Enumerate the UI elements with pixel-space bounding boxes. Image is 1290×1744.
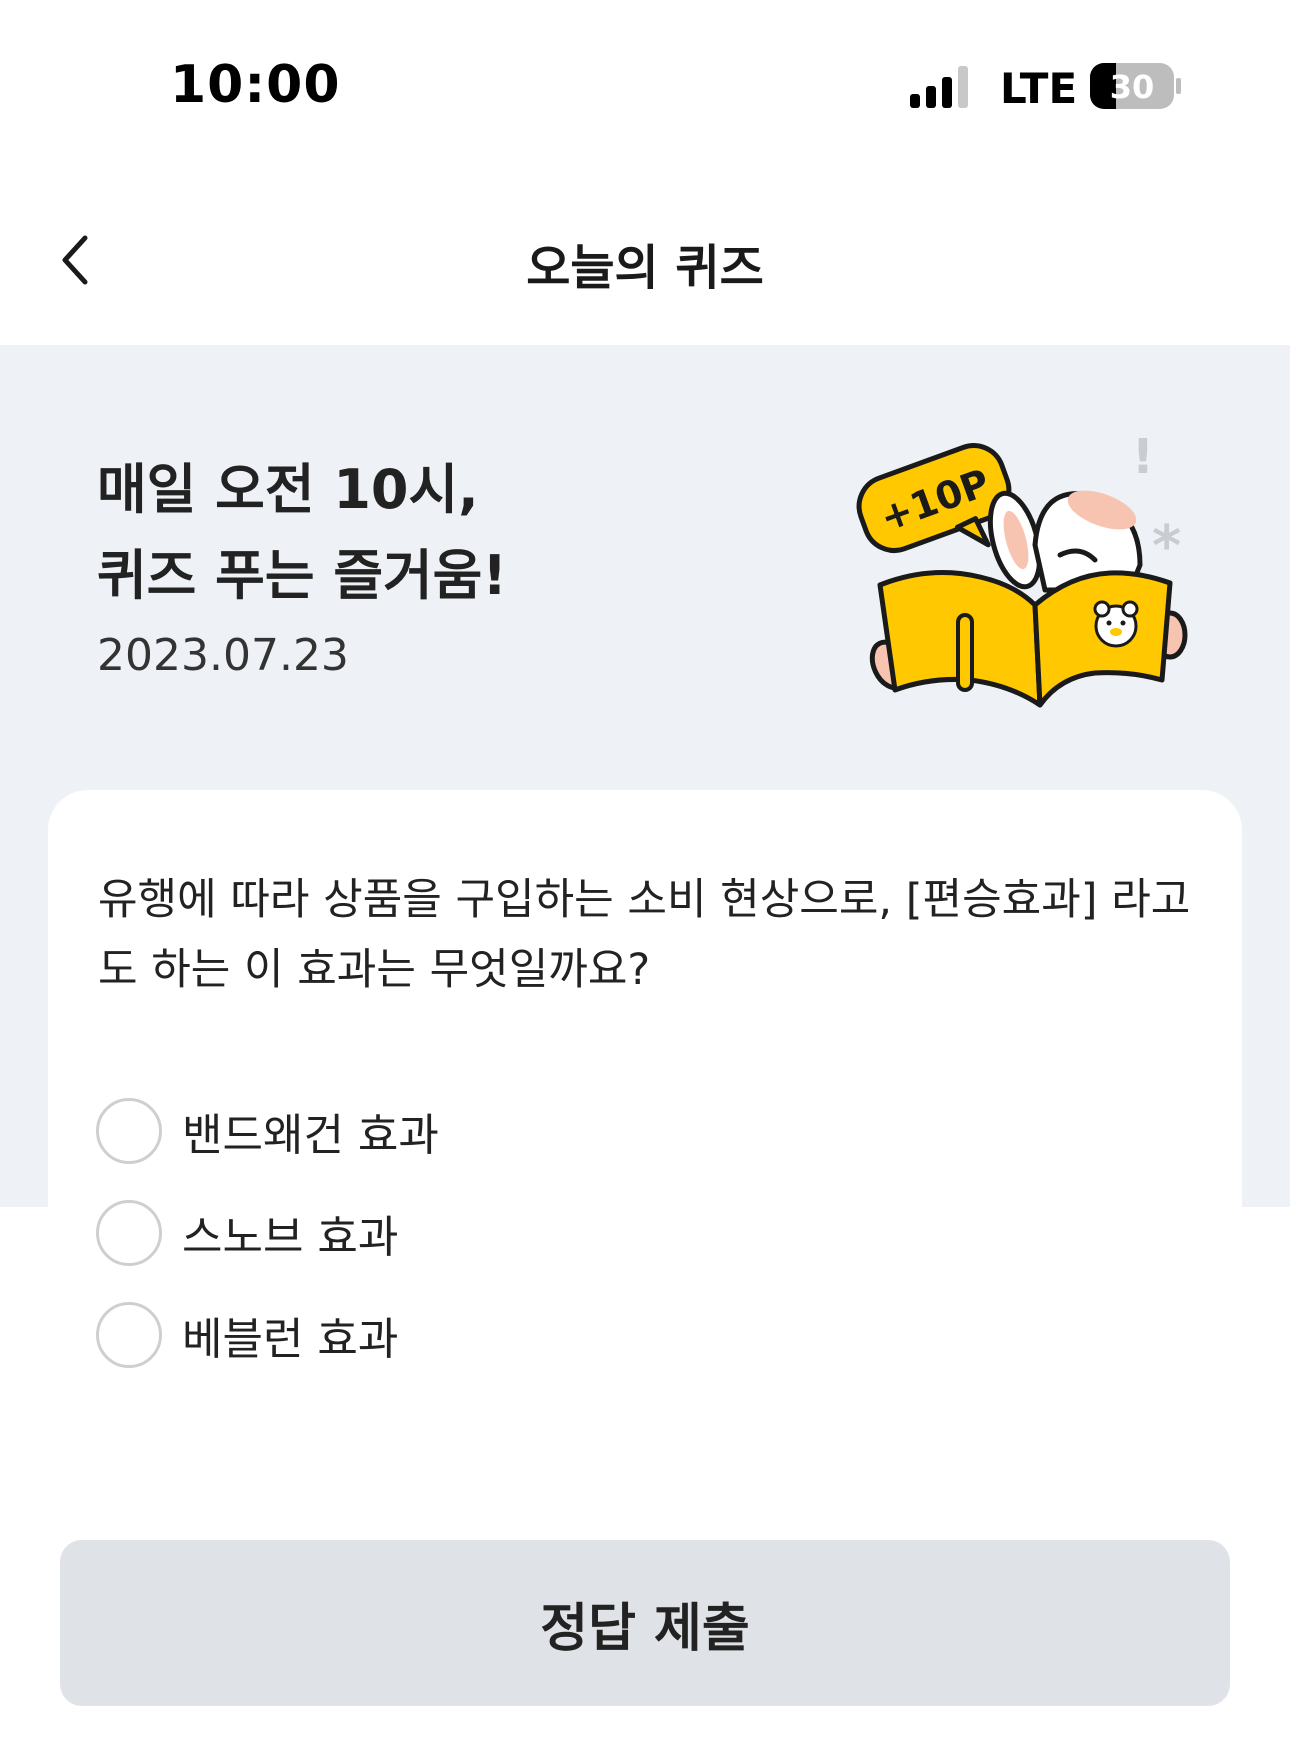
submit-answer-label: 정답 제출 xyxy=(540,1598,750,1659)
answer-option-label: 베블런 효과 xyxy=(182,1314,399,1365)
answer-option-label: 밴드왜건 효과 xyxy=(182,1110,439,1161)
quiz-date: 2023.07.23 xyxy=(97,630,349,681)
answer-option-snob[interactable]: 스노브 효과 xyxy=(96,1197,398,1269)
network-type: LTE xyxy=(1000,64,1078,113)
answer-option-bandwagon[interactable]: 밴드왜건 효과 xyxy=(96,1095,439,1167)
status-bar: 10:00 LTE 30 xyxy=(0,0,1290,170)
quiz-question: 유행에 따라 상품을 구입하는 소비 현상으로, [편승효과] 라고도 하는 이… xyxy=(98,875,1191,995)
status-time: 10:00 xyxy=(170,55,341,115)
battery-icon: 30 xyxy=(1090,63,1181,109)
cellular-signal-icon xyxy=(910,66,968,108)
page-title: 오늘의 퀴즈 xyxy=(526,240,764,296)
rabbit-reading-book-illustration: ! * % +10P xyxy=(856,429,1188,708)
submit-answer-button[interactable]: 정답 제출 xyxy=(60,1540,1230,1706)
svg-text:!: ! xyxy=(1132,429,1154,485)
svg-text:*: * xyxy=(1152,514,1181,579)
radio-button[interactable] xyxy=(96,1098,162,1164)
battery-level: 30 xyxy=(1110,68,1155,106)
hero-headline-line2: 퀴즈 푸는 즐거움! xyxy=(97,544,507,607)
nav-bar: 오늘의 퀴즈 xyxy=(0,200,1290,340)
radio-button[interactable] xyxy=(96,1200,162,1266)
radio-button[interactable] xyxy=(96,1302,162,1368)
answer-option-veblen[interactable]: 베블런 효과 xyxy=(96,1299,398,1371)
hero-headline-line1: 매일 오전 10시, xyxy=(97,458,479,521)
quiz-card: 유행에 따라 상품을 구입하는 소비 현상으로, [편승효과] 라고도 하는 이… xyxy=(48,790,1242,1490)
answer-option-label: 스노브 효과 xyxy=(182,1212,399,1263)
